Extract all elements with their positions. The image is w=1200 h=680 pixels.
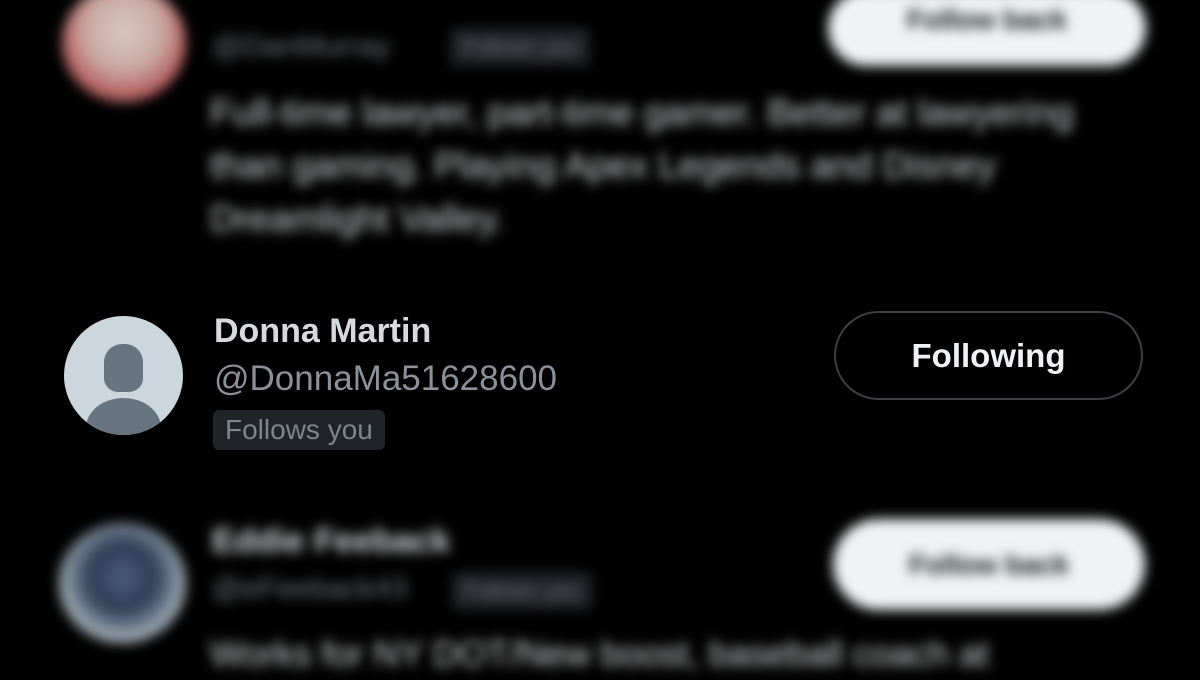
user-display-name[interactable]: Eddie Feeback: [212, 522, 450, 561]
follow-back-button[interactable]: Follow back: [828, 0, 1146, 66]
user-handle[interactable]: @DonnaMa51628600: [214, 359, 557, 399]
avatar-head-shape: [104, 344, 143, 392]
user-handle[interactable]: @eFeeback43: [212, 572, 408, 606]
follow-back-button[interactable]: Follow back: [833, 519, 1145, 610]
user-handle: @DanMurray: [212, 30, 391, 63]
default-avatar[interactable]: [64, 316, 183, 435]
user-bio: Full-time lawyer, part-time gamer. Bette…: [210, 92, 1074, 239]
user-display-name[interactable]: Donna Martin: [214, 312, 431, 351]
follows-you-badge: Follows you: [452, 572, 593, 610]
user-bio: Works for NY DOT/New boost, baseball coa…: [210, 633, 989, 674]
follows-you-badge: Follows you: [213, 410, 385, 450]
following-button[interactable]: Following: [834, 311, 1143, 400]
follows-you-badge: Follows you: [450, 28, 591, 66]
avatar-body-shape: [86, 398, 161, 435]
avatar[interactable]: [59, 523, 186, 643]
avatar[interactable]: [62, 0, 186, 102]
